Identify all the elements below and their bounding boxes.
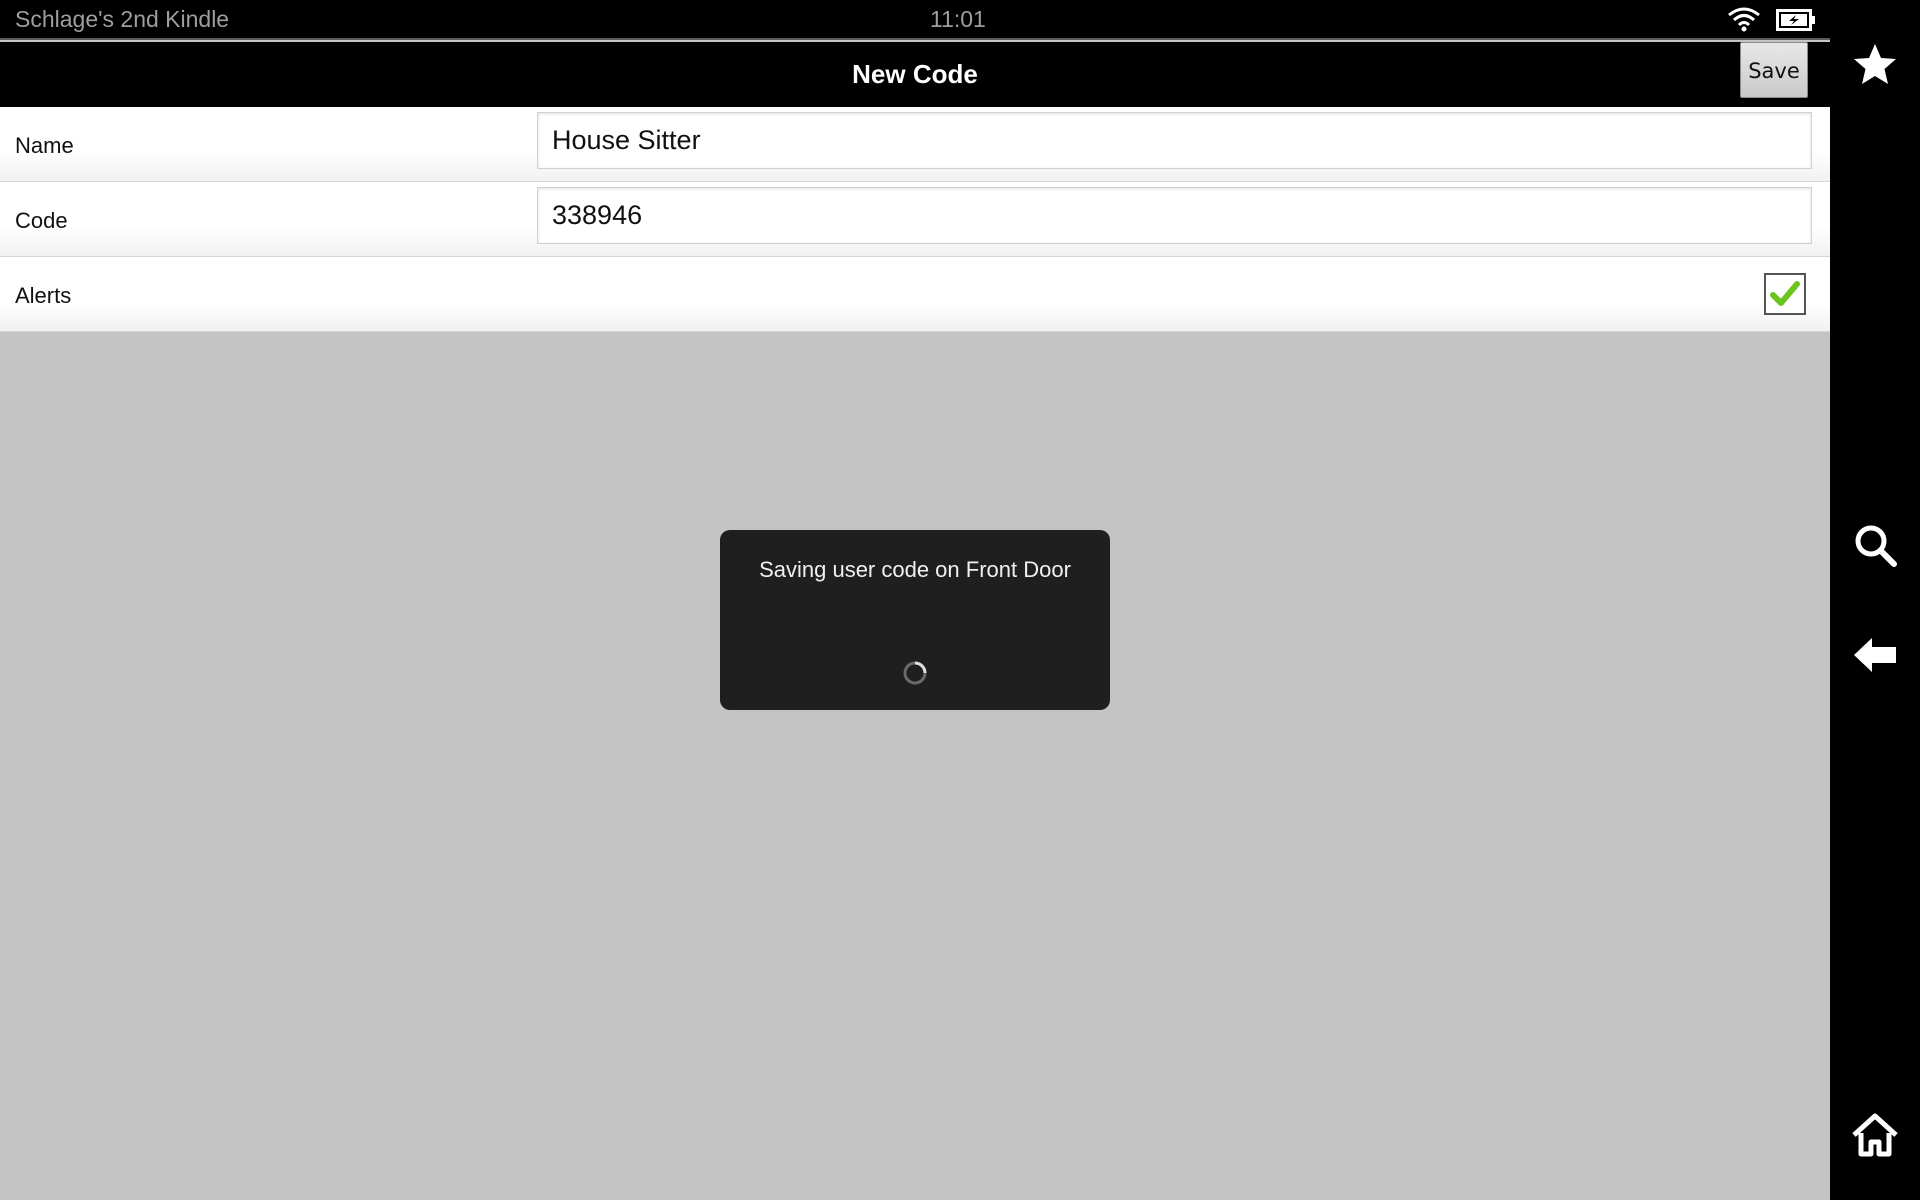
alerts-checkbox[interactable] [1764, 273, 1806, 315]
wifi-icon [1728, 7, 1760, 32]
dialog-message: Saving user code on Front Door [759, 557, 1071, 582]
device-name: Schlage's 2nd Kindle [15, 6, 230, 32]
star-icon[interactable] [1850, 40, 1900, 90]
system-nav-bar [1830, 0, 1920, 1200]
alerts-label: Alerts [15, 283, 72, 308]
home-icon[interactable] [1850, 1110, 1900, 1160]
battery-charging-icon [1776, 9, 1815, 31]
name-row: Name House Sitter [0, 107, 1830, 182]
code-label: Code [15, 208, 68, 233]
checkmark-icon [1770, 281, 1800, 306]
name-label: Name [15, 133, 74, 158]
progress-dialog: Saving user code on Front Door [720, 530, 1110, 710]
save-button[interactable]: Save [1740, 42, 1808, 98]
name-input[interactable]: House Sitter [537, 112, 1812, 169]
clock: 11:01 [930, 6, 986, 32]
screen: Schlage's 2nd Kindle 11:01 New Code Save… [0, 0, 1920, 1200]
search-icon[interactable] [1850, 520, 1900, 570]
loading-spinner-icon [903, 661, 927, 685]
status-bar: Schlage's 2nd Kindle 11:01 [0, 0, 1830, 40]
page-title: New Code [852, 59, 978, 89]
code-row: Code 338946 [0, 182, 1830, 257]
back-arrow-icon[interactable] [1850, 630, 1900, 680]
code-input[interactable]: 338946 [537, 187, 1812, 244]
action-bar: New Code Save [0, 42, 1830, 108]
alerts-row: Alerts [0, 257, 1830, 332]
